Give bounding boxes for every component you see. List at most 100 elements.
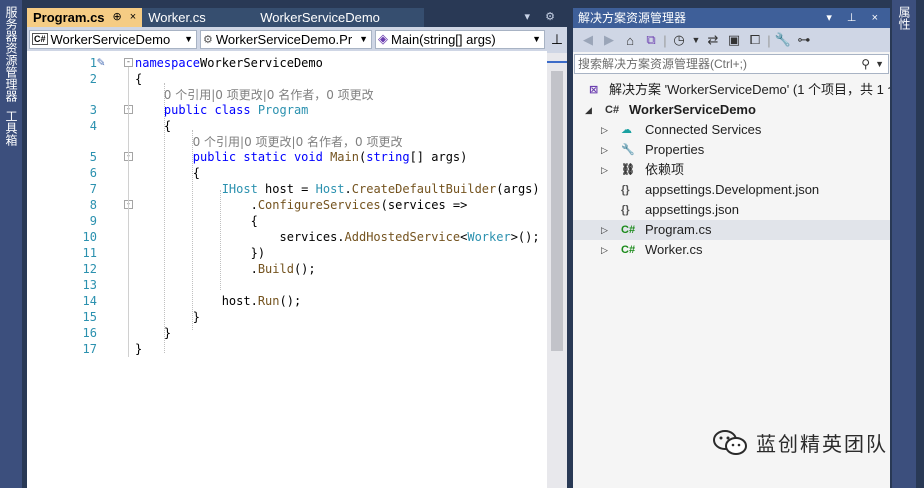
search-icon[interactable]: ⚲ [861, 55, 870, 73]
code-line[interactable]: 10 services.AddHostedService<Worker>(); [27, 229, 547, 245]
close-icon[interactable]: × [130, 8, 136, 27]
tree-item[interactable]: {} appsettings.json [573, 200, 890, 220]
code-token: . [135, 262, 258, 276]
split-window-icon[interactable]: ⊥ [547, 27, 567, 53]
expand-arrow-icon[interactable]: ▷ [601, 240, 608, 260]
indent-guide [164, 83, 165, 353]
code-line[interactable]: 11 }) [27, 245, 547, 261]
code-line[interactable]: 17} [27, 341, 547, 357]
line-number: 17 [82, 342, 97, 356]
codelens-text[interactable]: 0 个引用|0 项更改|0 名作者，0 项更改 [193, 134, 403, 150]
expand-arrow-icon[interactable]: ▷ [601, 120, 608, 140]
separator: | [663, 32, 667, 48]
solution-search-input[interactable]: 搜索解决方案资源管理器(Ctrl+;) ⚲ ▼ [574, 54, 889, 74]
code-line[interactable]: 8- .ConfigureServices(services => [27, 197, 547, 213]
preview-icon[interactable]: ⊶ [795, 32, 813, 48]
panel-window-controls[interactable]: ▾ ⊥ × [826, 8, 884, 28]
pending-changes-icon[interactable]: ◷ [670, 32, 688, 48]
line-number: 16 [82, 326, 97, 340]
solution-tree: ⊠ 解决方案 'WorkerServiceDemo' (1 个项目，共 1 个 ◢ C… [573, 80, 901, 260]
code-token: >(); [510, 230, 540, 244]
tree-item[interactable]: ▷ C# Program.cs [573, 220, 890, 240]
code-line[interactable]: 5- public static void Main(string[] args… [27, 149, 547, 165]
code-text: { [135, 71, 142, 87]
tree-item-label: Connected Services [645, 122, 762, 137]
code-editor: Program.cs ⊕ × Worker.cs WorkerServiceDe… [27, 8, 567, 488]
code-token: CreateDefaultBuilder [351, 182, 497, 196]
tab-worker-service-demo[interactable]: WorkerServiceDemo [254, 8, 425, 27]
properties-wrench-icon[interactable]: 🔧 [774, 32, 792, 48]
tree-item[interactable]: ▷ ⛓ 依赖项 [573, 160, 890, 180]
code-token: ConfigureServices [257, 198, 381, 212]
vertical-scrollbar[interactable] [547, 53, 567, 488]
line-number: 11 [82, 246, 97, 260]
panel-title-bar: 解决方案资源管理器 ▾ ⊥ × [573, 8, 890, 28]
code-line[interactable]: 2{ [27, 71, 547, 87]
show-all-files-icon[interactable]: ⧠ [746, 32, 764, 48]
code-text: services.AddHostedService<Worker>(); [135, 229, 540, 245]
code-line[interactable]: 15 } [27, 309, 547, 325]
code-line[interactable]: 9 { [27, 213, 547, 229]
code-token: host. [135, 294, 258, 308]
collapse-icon[interactable]: - [124, 58, 133, 67]
code-area[interactable]: ✎ 1- namespaceWorkerServiceDemo 2{0 个引用|0 … [27, 53, 547, 488]
tree-item[interactable]: ▷ 🔧 Properties [573, 140, 890, 160]
project-dropdown[interactable]: C# WorkerServiceDemo ▼ [29, 29, 197, 49]
expand-arrow-icon[interactable]: ▷ [601, 140, 608, 160]
home-icon[interactable]: ⌂ [621, 33, 639, 48]
code-text: { [135, 118, 171, 134]
code-text: } [135, 309, 200, 325]
codelens-text[interactable]: 0 个引用|0 项更改|0 名作者，0 项更改 [164, 87, 374, 103]
tab-worker-cs[interactable]: Worker.cs [142, 8, 255, 27]
code-line[interactable]: 7 IHost host = Host.CreateDefaultBuilder… [27, 181, 547, 197]
tab-program-cs[interactable]: Program.cs ⊕ × [27, 8, 143, 27]
method-icon: ◈ [378, 31, 388, 46]
tree-item[interactable]: ▷ ☁ Connected Services [573, 120, 890, 140]
tab-overflow-controls[interactable]: ▾ ⚙ [525, 8, 561, 27]
tree-item[interactable]: ▷ C# Worker.cs [573, 240, 890, 260]
collapse-all-icon[interactable]: ▣ [725, 32, 743, 48]
code-line[interactable]: 14 host.Run(); [27, 293, 547, 309]
sync-icon[interactable]: ⇄ [704, 32, 722, 48]
scroll-thumb[interactable] [551, 71, 563, 351]
class-dropdown[interactable]: ⚙ WorkerServiceDemo.Pr ▼ [200, 29, 372, 49]
code-token: } [135, 310, 201, 324]
codelens-hint[interactable]: 0 个引用|0 项更改|0 名作者，0 项更改 [27, 87, 547, 103]
code-line[interactable]: 3- public class Program [27, 102, 547, 118]
tree-item-label: WorkerServiceDemo [629, 102, 756, 117]
code-line[interactable]: 12 .Build(); [27, 261, 547, 277]
chevron-down-icon[interactable]: ▼ [691, 35, 701, 45]
left-tool-rail: 服务器资源管理器 工具箱 [0, 0, 22, 488]
code-line[interactable]: 6 { [27, 165, 547, 181]
indent-guide [220, 190, 221, 290]
expand-arrow-icon[interactable]: ▷ [601, 160, 608, 180]
expand-arrow-icon[interactable]: ▷ [601, 220, 608, 240]
code-line[interactable]: 4 { [27, 118, 547, 134]
tree-item-label: Properties [645, 142, 705, 157]
pin-icon[interactable]: ⊕ [113, 8, 122, 27]
code-token: public class [163, 103, 258, 117]
code-token: Host [315, 182, 345, 196]
properties-tab[interactable]: 属性 [897, 6, 911, 488]
expanded-arrow-icon[interactable]: ◢ [585, 100, 592, 120]
tree-item[interactable]: ◢ C# WorkerServiceDemo [573, 100, 890, 120]
forward-icon[interactable]: ▶ [600, 32, 618, 48]
code-line[interactable]: 1 - namespaceWorkerServiceDemo [27, 55, 547, 71]
code-token: (services => [380, 198, 468, 212]
class-icon: ⚙ [203, 33, 213, 46]
chevron-down-icon[interactable]: ▼ [875, 55, 884, 73]
tree-item[interactable]: {} appsettings.Development.json [573, 180, 890, 200]
switch-views-icon[interactable]: ⧉ [642, 32, 660, 48]
code-token: (); [293, 262, 316, 276]
tree-item[interactable]: ⊠ 解决方案 'WorkerServiceDemo' (1 个项目，共 1 个 [573, 80, 901, 100]
code-text: host.Run(); [135, 293, 302, 309]
member-dropdown[interactable]: ◈ Main(string[] args) ▼ [375, 29, 545, 49]
back-icon[interactable]: ◀ [579, 32, 597, 48]
code-line[interactable]: 16 } [27, 325, 547, 341]
codelens-hint[interactable]: 0 个引用|0 项更改|0 名作者，0 项更改 [27, 134, 547, 150]
line-number: 1 [89, 56, 97, 70]
line-number: 12 [82, 262, 97, 276]
code-line[interactable]: 13 [27, 277, 547, 293]
toolbox-tab[interactable]: 工具箱 [4, 110, 18, 146]
server-explorer-tab[interactable]: 服务器资源管理器 [4, 6, 18, 102]
